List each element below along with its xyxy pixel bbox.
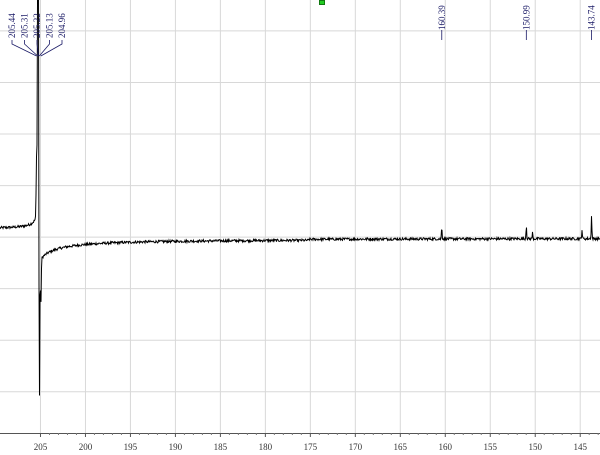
peak-labels-group: 205.44 205.31 205.22 205.13 204.96 160.39 150.… xyxy=(7,5,597,57)
x-axis: 205 200 195 190 185 180 175 170 165 160 155 150 145 xyxy=(0,433,600,452)
x-tick-label: 155 xyxy=(484,442,498,452)
nmr-spectrum-plot: 205.44 205.31 205.22 205.13 204.96 160.39 150.… xyxy=(0,0,600,452)
x-tick-label: 200 xyxy=(79,442,93,452)
x-tick-label: 185 xyxy=(214,442,228,452)
x-tick-label: 170 xyxy=(349,442,363,452)
green-square-marker-icon[interactable] xyxy=(319,0,325,5)
peak-label: 143.74 xyxy=(587,5,597,30)
peak-label: 205.13 xyxy=(45,13,55,38)
x-tick-label: 165 xyxy=(394,442,408,452)
x-tick-label: 195 xyxy=(124,442,138,452)
x-tick-label: 180 xyxy=(259,442,273,452)
x-tick-label: 175 xyxy=(304,442,318,452)
x-tick-label: 160 xyxy=(439,442,453,452)
spectrum-trace xyxy=(0,0,600,396)
peak-label: 205.22 xyxy=(32,13,42,38)
spectrum-trace-group xyxy=(0,0,600,396)
peak-label: 160.39 xyxy=(437,5,447,30)
peak-label: 150.99 xyxy=(521,5,531,30)
x-tick-label: 150 xyxy=(528,442,542,452)
peak-label: 205.31 xyxy=(20,13,30,38)
x-tick-label: 145 xyxy=(573,442,587,452)
peak-label-leader xyxy=(40,40,63,57)
grid-lines xyxy=(0,0,600,433)
peak-label: 204.96 xyxy=(57,13,67,38)
x-tick-label: 190 xyxy=(169,442,183,452)
x-tick-label: 205 xyxy=(34,442,48,452)
peak-label: 205.44 xyxy=(7,13,17,38)
